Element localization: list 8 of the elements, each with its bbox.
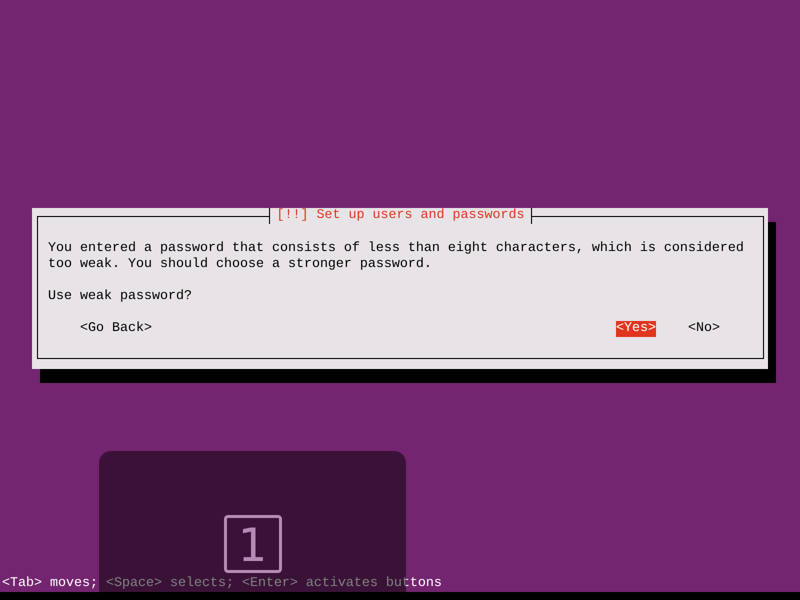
help-line: <Tab> moves; <Space> selects; <Enter> activates buttons bbox=[1, 576, 443, 592]
workspace-key: 1 bbox=[224, 515, 282, 573]
dialog-button[interactable]: <Go Back> bbox=[80, 321, 152, 337]
dialog-button[interactable]: <No> bbox=[688, 321, 720, 337]
dialog-button[interactable]: <Yes> bbox=[616, 321, 656, 337]
dialog-title: [!!] Set up users and passwords bbox=[268, 208, 532, 224]
dialog-message: You entered a password that consists of less than eight characters, which is considered too weak. You should choose a stronger password. bbox=[48, 241, 745, 273]
dialog-question: Use weak password? bbox=[48, 289, 193, 305]
